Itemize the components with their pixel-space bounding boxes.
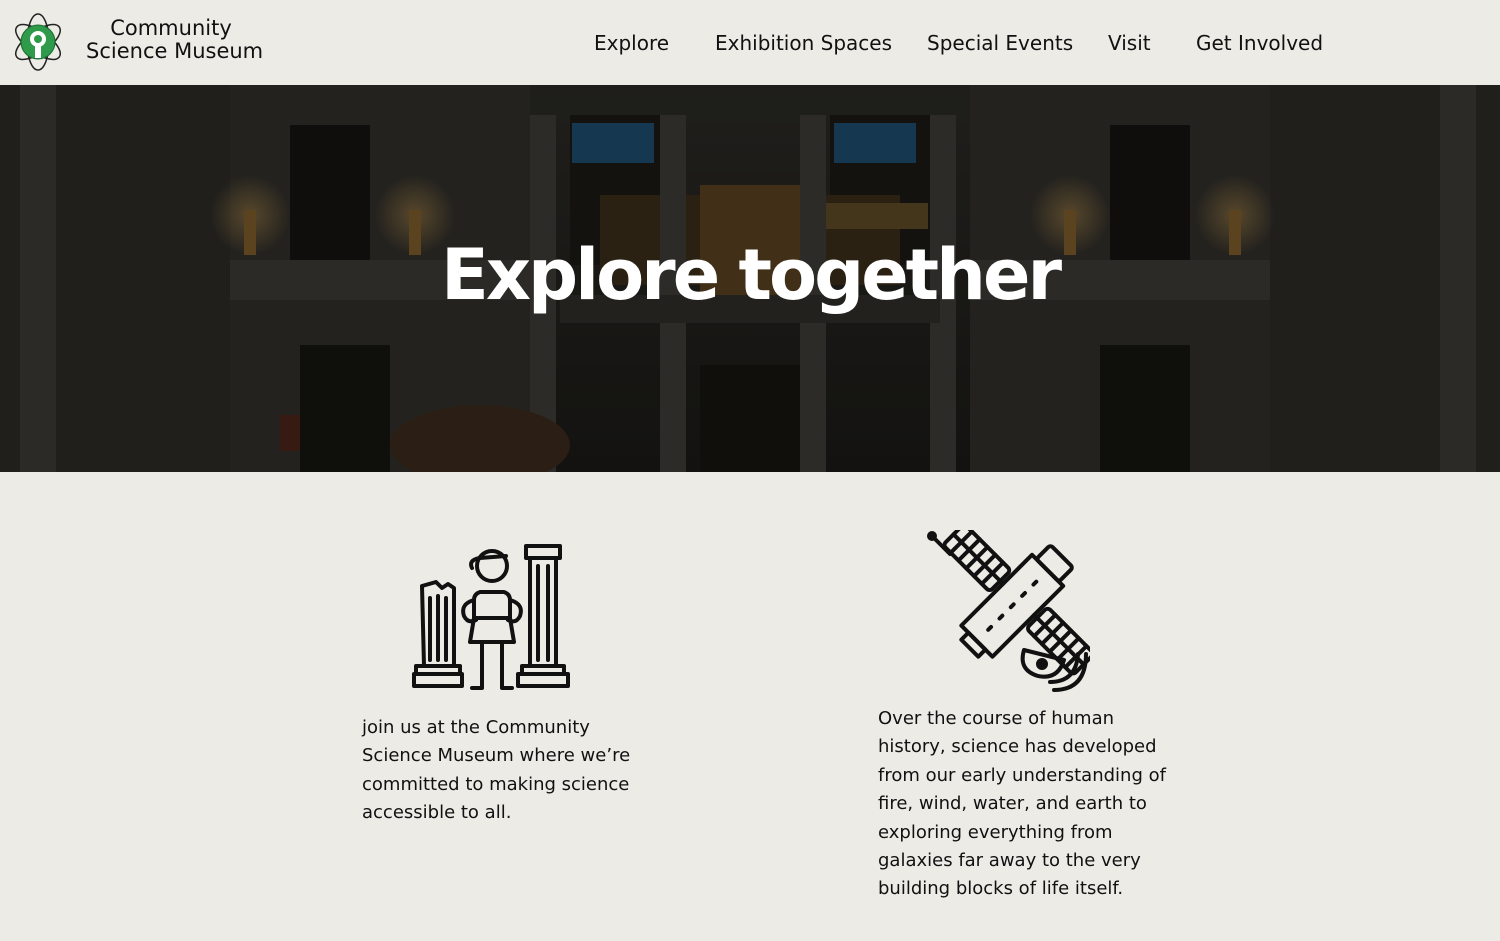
feature-line: history, science has developed <box>878 736 1157 758</box>
feature-line: from our early understanding of <box>878 764 1166 786</box>
feature-line: join us at the Community <box>362 717 590 738</box>
nav-special-events[interactable]: Special Events <box>927 28 1073 58</box>
site-header: Community Science Museum Explore Exhibit… <box>0 0 1500 85</box>
feature-line: galaxies far away to the very <box>878 850 1141 872</box>
nav-exhibition-spaces[interactable]: Exhibition Spaces <box>715 28 892 58</box>
museum-name[interactable]: Community Science Museum <box>86 16 264 63</box>
feature-text-history: Over the course of human history, scienc… <box>878 705 1166 904</box>
feature-line: building blocks of life itself. <box>878 878 1124 900</box>
nav-visit[interactable]: Visit <box>1108 28 1151 58</box>
museum-name-line1: Community <box>110 16 232 40</box>
feature-line: accessible to all. <box>362 802 512 824</box>
hero-banner: Explore together <box>0 85 1500 472</box>
museum-name-line2: Science Museum <box>86 39 264 63</box>
feature-line: committed to making science <box>362 773 630 795</box>
feature-line: exploring everything from <box>878 821 1113 843</box>
feature-line: Over the course of human <box>878 708 1115 729</box>
nav-explore[interactable]: Explore <box>594 28 669 58</box>
museum-logo-icon[interactable] <box>10 12 66 72</box>
satellite-icon <box>926 523 1095 692</box>
feature-text-accessibility: join us at the Community Science Museum … <box>362 714 631 828</box>
nav-get-involved[interactable]: Get Involved <box>1196 28 1323 58</box>
hero-title: Explore together <box>441 234 1062 316</box>
feature-line: Science Museum where we’re <box>362 745 631 767</box>
child-with-columns-icon <box>410 542 574 694</box>
feature-line: fire, wind, water, and earth to <box>878 793 1147 815</box>
